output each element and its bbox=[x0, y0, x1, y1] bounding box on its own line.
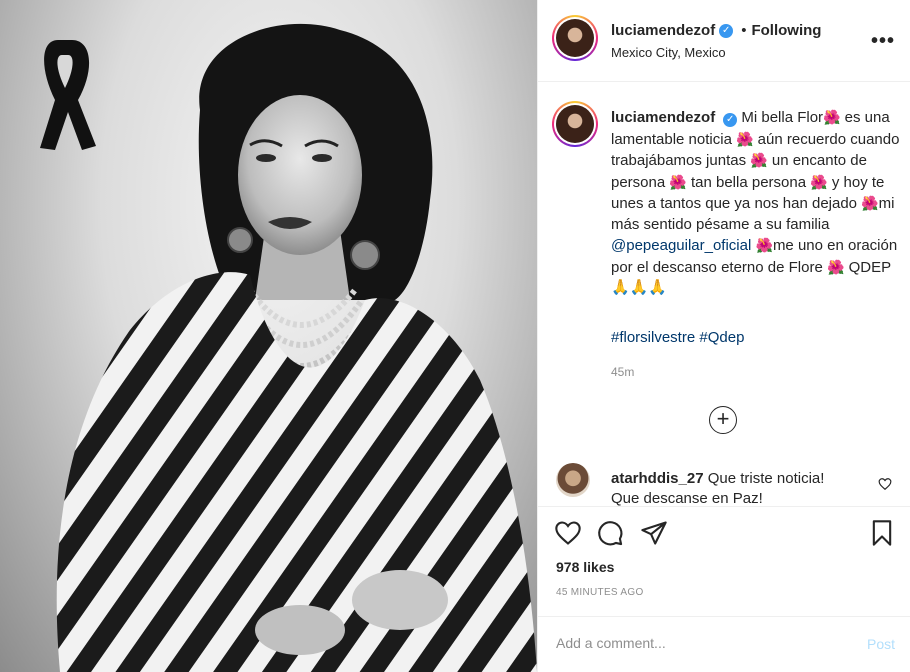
flower-emoji: 🌺 bbox=[669, 173, 687, 190]
author-line: luciamendezof ✓ • Following bbox=[611, 22, 821, 39]
comment-bubble-icon[interactable] bbox=[596, 519, 624, 552]
hashtags: #florsilvestre #Qdep bbox=[611, 329, 744, 346]
post-header: luciamendezof ✓ • Following Mexico City,… bbox=[538, 0, 910, 82]
following-button[interactable]: Following bbox=[751, 22, 821, 39]
commenter-username[interactable]: atarhddis_27 bbox=[611, 470, 704, 487]
flower-emoji: 🌺 bbox=[736, 130, 754, 147]
add-comment-input[interactable] bbox=[556, 635, 836, 651]
flower-emoji: 🌺 bbox=[810, 173, 828, 190]
flower-emoji: 🌺 bbox=[826, 258, 845, 275]
post-side-panel: luciamendezof ✓ • Following Mexico City,… bbox=[537, 0, 910, 672]
post-location[interactable]: Mexico City, Mexico bbox=[611, 45, 726, 60]
save-bookmark-icon[interactable] bbox=[868, 519, 896, 552]
hashtag-link[interactable]: #florsilvestre bbox=[611, 329, 695, 346]
caption-author-username[interactable]: luciamendezof bbox=[611, 109, 715, 126]
flower-emoji: 🌺 bbox=[755, 237, 773, 253]
commenter-avatar[interactable] bbox=[556, 463, 590, 497]
author-username[interactable]: luciamendezof bbox=[611, 22, 715, 39]
comment-like-heart-icon[interactable] bbox=[878, 477, 892, 495]
add-comment-bar: Post bbox=[538, 616, 910, 672]
likes-count[interactable]: 978 likes bbox=[556, 559, 614, 575]
post-caption: luciamendezof ✓ Mi bella Flor🌺 es una lam… bbox=[611, 107, 901, 299]
flower-emoji: 🌺 bbox=[823, 109, 841, 125]
comment-body: atarhddis_27 Que triste noticia! Que des… bbox=[611, 469, 851, 506]
caption-text: tan bella persona bbox=[686, 173, 811, 191]
post-comment-button[interactable]: Post bbox=[867, 636, 895, 652]
post-actions: 978 likes 45 MINUTES AGO bbox=[538, 506, 910, 616]
flower-emoji: 🌺 bbox=[750, 152, 768, 168]
flower-emoji: 🌺 bbox=[861, 195, 879, 211]
verified-badge-icon: ✓ bbox=[719, 23, 734, 38]
instagram-post: luciamendezof ✓ • Following Mexico City,… bbox=[0, 0, 910, 672]
hashtag-link[interactable]: #Qdep bbox=[699, 329, 744, 346]
post-photo[interactable] bbox=[0, 0, 537, 672]
post-timestamp[interactable]: 45 MINUTES AGO bbox=[556, 587, 644, 598]
mention-link[interactable]: @pepeaguilar_oficial bbox=[611, 237, 751, 254]
share-paper-plane-icon[interactable] bbox=[640, 519, 668, 552]
like-heart-icon[interactable] bbox=[554, 519, 582, 552]
comments-scroll-area[interactable]: luciamendezof ✓ Mi bella Flor🌺 es una lam… bbox=[538, 83, 910, 506]
caption-timestamp[interactable]: 45m bbox=[611, 365, 634, 379]
more-options-icon[interactable]: ••• bbox=[871, 30, 895, 53]
caption-author-avatar[interactable] bbox=[552, 101, 598, 147]
load-more-comments-icon[interactable]: + bbox=[709, 406, 737, 434]
author-avatar[interactable] bbox=[552, 15, 598, 61]
black-ribbon-icon bbox=[40, 40, 96, 150]
verified-badge-icon: ✓ bbox=[723, 113, 738, 127]
caption-text: Mi bella Flor bbox=[741, 109, 824, 126]
post-photo-image bbox=[40, 23, 537, 672]
follow-separator: • bbox=[741, 22, 747, 39]
